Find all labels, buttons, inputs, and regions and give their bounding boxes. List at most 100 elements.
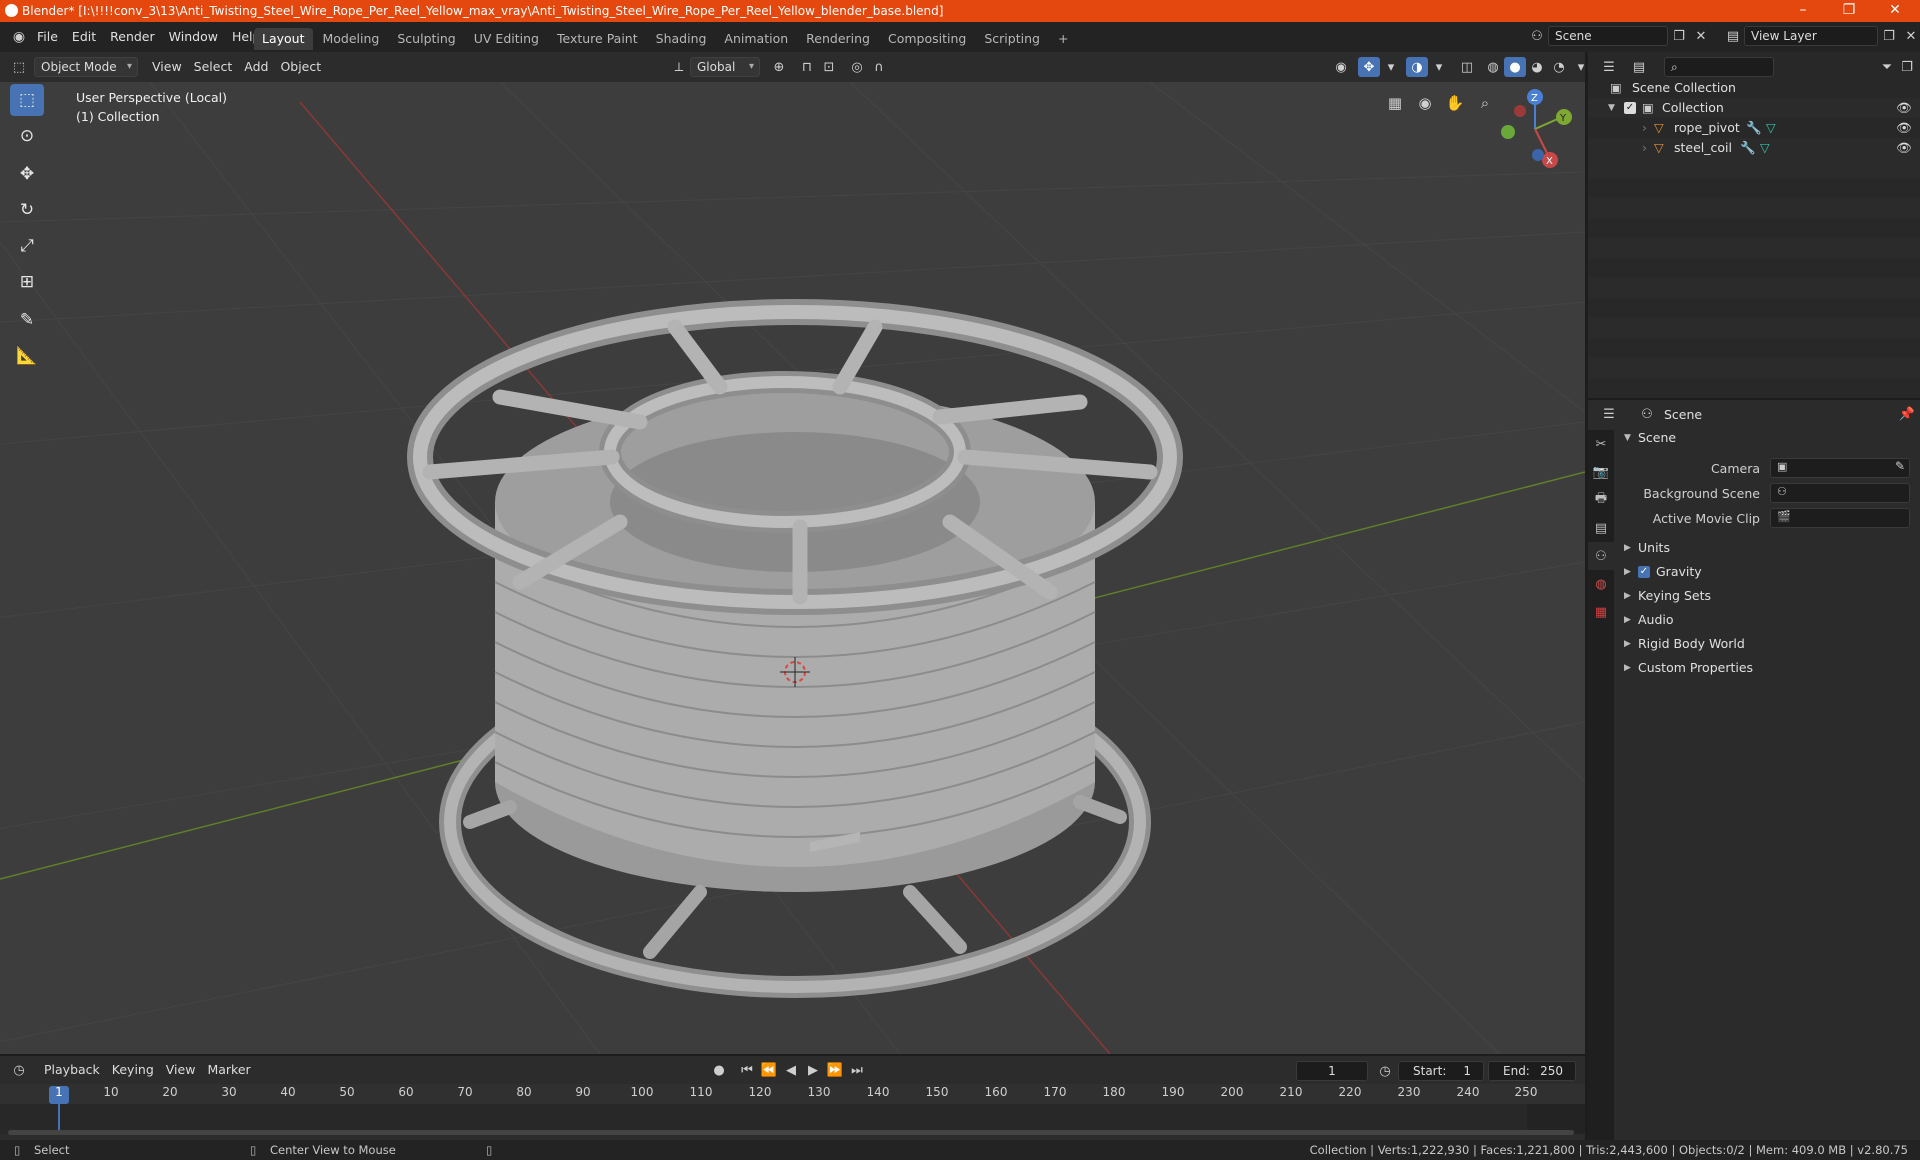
transform-orientation-dropdown[interactable]: Global <box>690 57 760 77</box>
editor-type-icon[interactable]: ⬚ <box>8 57 30 77</box>
move-tool-icon[interactable]: ✥ <box>10 158 44 190</box>
expand-arrow-icon[interactable]: ▼ <box>1608 98 1615 118</box>
menu-view[interactable]: View <box>146 57 188 77</box>
wireframe-shading-icon[interactable]: ◍ <box>1482 57 1504 77</box>
overlay-toggle-icon[interactable]: ◑ <box>1406 57 1428 77</box>
modifier-wrench-icon[interactable]: 🔧 <box>1740 138 1756 158</box>
eyedropper-icon[interactable]: ✎ <box>1895 459 1905 473</box>
view-layer-icon[interactable]: ▤ <box>1722 26 1744 46</box>
collapse-arrow-icon[interactable]: ▼ <box>1624 426 1631 450</box>
proportional-edit-icon[interactable]: ◎ <box>846 57 868 77</box>
end-frame-field[interactable]: End: 250 <box>1488 1061 1576 1081</box>
preview-range-icon[interactable]: ◷ <box>1374 1061 1396 1081</box>
steel-coil-visibility-eye-icon[interactable]: 👁 <box>1896 138 1912 158</box>
transform-tool-icon[interactable]: ⊞ <box>10 266 44 298</box>
tab-rendering[interactable]: Rendering <box>798 28 878 50</box>
restore-button[interactable]: ❐ <box>1826 0 1872 22</box>
gravity-panel[interactable]: ▶ ✓ Gravity <box>1614 560 1920 584</box>
camera-field[interactable]: ▣ ✎ <box>1770 458 1910 478</box>
start-frame-field[interactable]: Start: 1 <box>1398 1061 1484 1081</box>
solid-shading-icon[interactable]: ● <box>1504 57 1526 77</box>
scene-icon[interactable]: ⚇ <box>1526 26 1548 46</box>
expand-arrow-icon[interactable]: ▶ <box>1624 560 1631 584</box>
pivot-point-icon[interactable]: ⊕ <box>768 57 790 77</box>
camera-view-icon[interactable]: ◉ <box>1410 88 1440 118</box>
outliner-search-input[interactable]: ⌕ <box>1664 57 1774 77</box>
falloff-icon[interactable]: ∩ <box>868 57 890 77</box>
gizmo-neg-y-handle[interactable] <box>1501 125 1515 139</box>
menu-keying[interactable]: Keying <box>106 1060 160 1080</box>
tab-modeling[interactable]: Modeling <box>315 28 388 50</box>
3d-viewport[interactable]: Z Y X User Perspective (Local) (1) Colle… <box>0 82 1585 1054</box>
menu-playback[interactable]: Playback <box>38 1060 106 1080</box>
timeline-editor-type-icon[interactable]: ◷ <box>8 1060 30 1080</box>
view-layer-tab-icon[interactable]: ▤ <box>1588 514 1614 542</box>
outliner-row-collection[interactable]: ▼ ✓ ▣ Collection 👁 <box>1588 98 1920 118</box>
gizmo-dropdown-icon[interactable]: ▾ <box>1380 57 1402 77</box>
next-keyframe-icon[interactable]: ⏩ <box>824 1060 846 1080</box>
menu-render[interactable]: Render <box>103 26 162 48</box>
tab-uv-editing[interactable]: UV Editing <box>466 28 547 50</box>
tab-animation[interactable]: Animation <box>716 28 796 50</box>
collection-visibility-eye-icon[interactable]: 👁 <box>1896 98 1912 118</box>
mesh-data-icon[interactable]: ▽ <box>1766 118 1776 138</box>
snap-target-icon[interactable]: ⊡ <box>818 57 840 77</box>
delete-view-layer-icon[interactable]: ✕ <box>1900 26 1920 46</box>
scene-panel-header[interactable]: ▼ Scene <box>1614 426 1920 450</box>
menu-file[interactable]: File <box>30 26 65 48</box>
select-box-tool-icon[interactable]: ⬚ <box>10 84 44 116</box>
menu-select[interactable]: Select <box>188 57 239 77</box>
menu-marker[interactable]: Marker <box>201 1060 256 1080</box>
rendered-shading-icon[interactable]: ◔ <box>1548 57 1570 77</box>
snap-icon[interactable]: ⊓ <box>796 57 818 77</box>
background-scene-field[interactable]: ⚇ <box>1770 483 1910 503</box>
prev-keyframe-icon[interactable]: ⏪ <box>758 1060 780 1080</box>
tab-scripting[interactable]: Scripting <box>976 28 1048 50</box>
view-layer-field[interactable]: View Layer <box>1744 26 1878 46</box>
display-mode-icon[interactable]: ▤ <box>1628 57 1650 77</box>
menu-add[interactable]: Add <box>238 57 274 77</box>
blender-menu-icon[interactable]: ◉ <box>8 27 30 47</box>
tool-tab-icon[interactable]: ✂ <box>1588 430 1614 458</box>
expand-arrow-icon[interactable]: ▶ <box>1624 536 1631 560</box>
new-scene-icon[interactable]: ❐ <box>1668 26 1690 46</box>
rotate-tool-icon[interactable]: ↻ <box>10 194 44 226</box>
filter-icon[interactable]: ⏷ <box>1876 57 1898 77</box>
xray-icon[interactable]: ◫ <box>1456 57 1478 77</box>
overlay-dropdown-icon[interactable]: ▾ <box>1428 57 1450 77</box>
jump-end-icon[interactable]: ⏭ <box>846 1060 868 1080</box>
outliner-row-rope-pivot[interactable]: › ▽ rope_pivot 🔧 ▽ 👁 <box>1588 118 1920 138</box>
menu-timeline-view[interactable]: View <box>160 1060 202 1080</box>
keying-sets-panel[interactable]: ▶ Keying Sets <box>1614 584 1920 608</box>
tab-compositing[interactable]: Compositing <box>880 28 974 50</box>
outliner-row-steel-coil[interactable]: › ▽ steel_coil 🔧 ▽ 👁 <box>1588 138 1920 158</box>
annotate-tool-icon[interactable]: ✎ <box>10 304 44 336</box>
record-icon[interactable]: ● <box>708 1060 730 1080</box>
pin-icon[interactable]: 📌 <box>1896 404 1918 424</box>
mesh-data-icon[interactable]: ▽ <box>1760 138 1770 158</box>
modifier-wrench-icon[interactable]: 🔧 <box>1746 118 1762 138</box>
rope-pivot-visibility-eye-icon[interactable]: 👁 <box>1896 118 1912 138</box>
scene-tab-icon[interactable]: ⚇ <box>1588 542 1614 570</box>
cursor-tool-icon[interactable]: ⊙ <box>10 120 44 152</box>
toggle-ortho-icon[interactable]: ▦ <box>1380 88 1410 118</box>
gravity-checkbox[interactable]: ✓ <box>1638 566 1650 578</box>
scene-field[interactable]: Scene <box>1548 26 1668 46</box>
properties-editor-type-icon[interactable]: ☰ <box>1598 404 1620 424</box>
zoom-icon[interactable]: ⌕ <box>1470 88 1500 118</box>
output-tab-icon[interactable]: 🖶 <box>1588 486 1614 514</box>
measure-tool-icon[interactable]: 📐 <box>10 340 44 372</box>
tab-layout[interactable]: Layout <box>254 28 313 50</box>
timeline-scrollbar[interactable] <box>8 1130 1574 1135</box>
mode-dropdown[interactable]: Object Mode <box>34 57 138 77</box>
current-frame-field[interactable]: 1 <box>1296 1061 1368 1081</box>
menu-edit[interactable]: Edit <box>65 26 103 48</box>
expand-arrow-icon[interactable]: ▶ <box>1624 632 1631 656</box>
expand-arrow-icon[interactable]: ▶ <box>1624 608 1631 632</box>
menu-object[interactable]: Object <box>274 57 327 77</box>
tab-sculpting[interactable]: Sculpting <box>389 28 463 50</box>
minimize-button[interactable]: – <box>1780 0 1826 22</box>
play-icon[interactable]: ▶ <box>802 1060 824 1080</box>
units-panel[interactable]: ▶ Units <box>1614 536 1920 560</box>
pan-hand-icon[interactable]: ✋ <box>1440 88 1470 118</box>
